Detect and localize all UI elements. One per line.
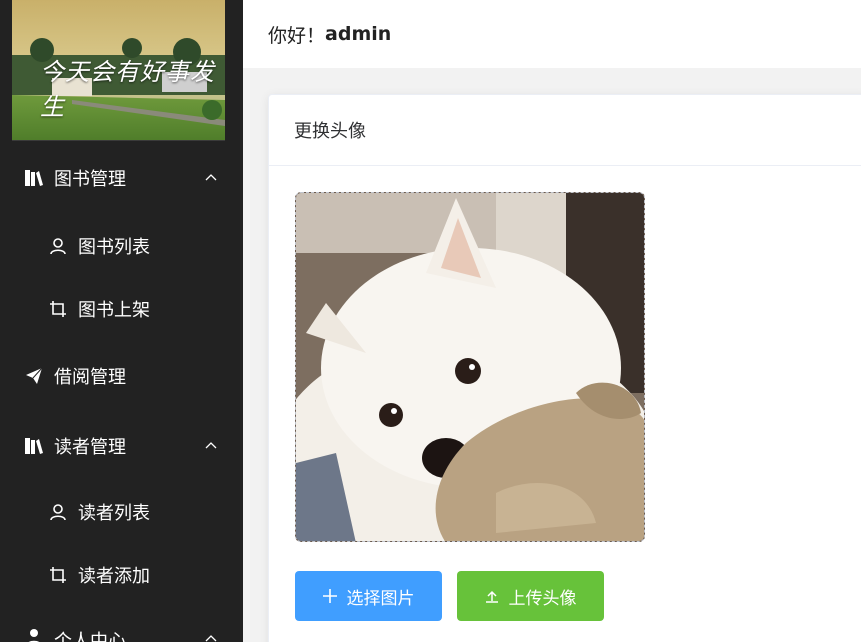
menu-label: 图书上架 [78,300,150,321]
menu-label: 读者添加 [78,566,150,587]
menu-reader-management[interactable]: 读者管理 [0,411,243,481]
select-image-button[interactable]: 选择图片 [295,571,442,621]
crop-icon [48,299,68,319]
select-image-label: 选择图片 [346,588,415,609]
menu-book-list[interactable]: 图书列表 [0,215,243,277]
app-root: 今天会有好事发生 图书管理 图书列表 图书上架 借阅管理 读者管理 读者列表 读… [0,0,861,642]
menu-book-shelf[interactable]: 图书上架 [0,277,243,341]
avatar-preview[interactable] [295,192,645,542]
upload-icon [485,589,499,603]
card-title: 更换头像 [269,95,861,166]
upload-avatar-button[interactable]: 上传头像 [457,571,604,621]
menu-label: 读者列表 [78,503,150,524]
sidebar-banner-image: 今天会有好事发生 [12,0,225,141]
sidebar-menu: 图书管理 图书列表 图书上架 借阅管理 读者管理 读者列表 读者添加 个人中心 [0,141,243,642]
banner-text: 今天会有好事发生 [40,58,215,121]
menu-reader-add[interactable]: 读者添加 [0,543,243,607]
book-icon [24,168,44,188]
menu-label: 图书列表 [78,237,150,258]
upload-avatar-label: 上传头像 [508,588,577,609]
top-header: 你好！ admin [243,0,861,68]
avatar-image [296,193,644,541]
user-solid-icon [24,627,44,642]
book-icon [24,436,44,456]
send-icon [24,366,44,386]
chevron-up-icon [205,442,217,449]
chevron-up-icon [205,635,217,642]
crop-icon [48,565,68,585]
plus-icon [322,589,337,603]
menu-label: 读者管理 [54,437,126,458]
menu-personal-center[interactable]: 个人中心 [0,607,243,642]
sidebar: 今天会有好事发生 图书管理 图书列表 图书上架 借阅管理 读者管理 读者列表 读… [0,0,243,642]
change-avatar-card: 更换头像 选择图片 上传头像 [268,94,861,642]
menu-borrow-management[interactable]: 借阅管理 [0,341,243,411]
menu-label: 图书管理 [54,169,126,190]
menu-reader-list[interactable]: 读者列表 [0,481,243,543]
menu-label: 借阅管理 [54,367,126,388]
username: admin [325,23,392,45]
user-icon [48,236,68,256]
menu-label: 个人中心 [54,631,126,642]
greeting-text: 你好！ [268,24,326,47]
chevron-up-icon [205,174,217,181]
user-icon [48,502,68,522]
menu-book-management[interactable]: 图书管理 [0,141,243,215]
